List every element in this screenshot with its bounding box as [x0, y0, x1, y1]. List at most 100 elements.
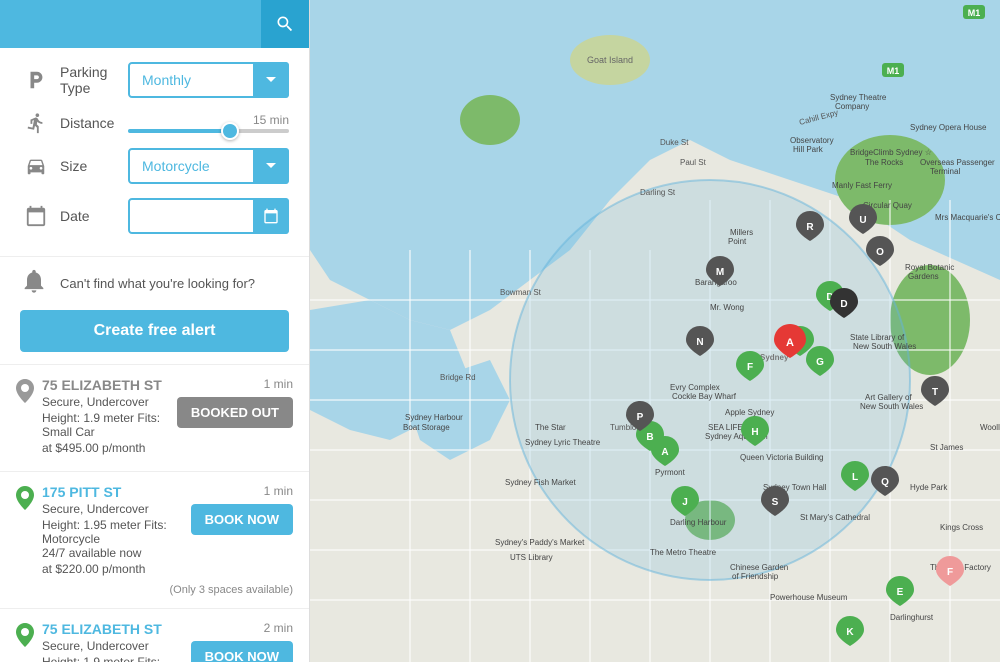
svg-text:Woolloomooloo: Woolloomooloo — [980, 423, 1000, 432]
alert-text: Can't find what you're looking for? — [60, 276, 255, 291]
search-bar: Sydney NSW 2000 Australia — [0, 0, 309, 48]
svg-text:Darling Harbour: Darling Harbour — [670, 518, 727, 527]
svg-text:R: R — [806, 222, 814, 233]
svg-text:New South Wales: New South Wales — [860, 402, 923, 411]
result-detail-3: Height: 1.9 meter Fits: Medium Car — [42, 655, 191, 662]
svg-text:F: F — [947, 567, 953, 578]
svg-text:Millers: Millers — [730, 228, 753, 237]
result-name-1[interactable]: 75 ELIZABETH ST — [42, 377, 177, 393]
filters-section: Parking Type Daily Monthly Casual Distan… — [0, 48, 309, 256]
result-left-2: 175 PITT ST Secure, Undercover Height: 1… — [16, 484, 191, 576]
svg-text:New South Wales: New South Wales — [853, 342, 916, 351]
result-detail-2: Height: 1.95 meter Fits: Motorcycle — [42, 518, 191, 546]
svg-text:Sydney Fish Market: Sydney Fish Market — [505, 478, 576, 487]
svg-text:Sydney Theatre: Sydney Theatre — [830, 93, 887, 102]
svg-text:Sydney Lyric Theatre: Sydney Lyric Theatre — [525, 438, 601, 447]
result-name-2[interactable]: 175 PITT ST — [42, 484, 191, 500]
svg-text:The Metro Theatre: The Metro Theatre — [650, 548, 717, 557]
parking-type-row: Parking Type Daily Monthly Casual — [20, 62, 289, 98]
alert-section: Can't find what you're looking for? Crea… — [0, 256, 309, 364]
result-pin-2 — [16, 486, 36, 515]
search-button[interactable] — [261, 0, 309, 48]
result-time-1: 1 min — [264, 377, 293, 391]
result-header: 75 ELIZABETH ST Secure, Undercover Heigh… — [16, 377, 293, 455]
result-left-3: 75 ELIZABETH ST Secure, Undercover Heigh… — [16, 621, 191, 662]
svg-text:Darlinghurst: Darlinghurst — [890, 613, 934, 622]
result-time-2: 1 min — [264, 484, 293, 498]
parking-type-select[interactable]: Daily Monthly Casual — [128, 62, 289, 98]
svg-text:Manly Fast Ferry: Manly Fast Ferry — [832, 181, 892, 190]
result-right-2: 1 min BOOK NOW — [191, 484, 293, 535]
svg-text:Queen Victoria Building: Queen Victoria Building — [740, 453, 823, 462]
svg-text:P: P — [637, 412, 644, 423]
svg-text:E: E — [897, 587, 904, 598]
result-detail-1: Height: 1.9 meter Fits: Small Car — [42, 411, 177, 439]
result-info-2: 175 PITT ST Secure, Undercover Height: 1… — [42, 484, 191, 576]
size-label: Size — [60, 158, 120, 174]
parking-type-select-wrapper: Daily Monthly Casual — [128, 62, 289, 98]
svg-text:Cockle Bay Wharf: Cockle Bay Wharf — [672, 392, 737, 401]
result-header-3: 75 ELIZABETH ST Secure, Undercover Heigh… — [16, 621, 293, 662]
size-select-wrapper: Motorcycle Small Car Medium Car Large Ca… — [128, 148, 289, 184]
book-button-3[interactable]: BOOK NOW — [191, 641, 293, 662]
svg-text:Overseas Passenger: Overseas Passenger — [920, 158, 995, 167]
book-button-2[interactable]: BOOK NOW — [191, 504, 293, 535]
svg-text:Paul St: Paul St — [680, 158, 707, 167]
alert-icon — [20, 267, 52, 300]
svg-text:T: T — [932, 387, 938, 398]
svg-text:Darling St: Darling St — [640, 188, 676, 197]
date-picker-button[interactable] — [253, 198, 289, 234]
create-alert-button[interactable]: Create free alert — [20, 310, 289, 352]
svg-text:The Star: The Star — [535, 423, 566, 432]
svg-text:Hill Park: Hill Park — [793, 145, 824, 154]
result-pin-3 — [16, 623, 36, 652]
distance-row: Distance 15 min — [20, 112, 289, 134]
svg-text:St James: St James — [930, 443, 963, 452]
result-desc-1: Secure, Undercover — [42, 395, 177, 409]
result-time-3: 2 min — [264, 621, 293, 635]
result-header-2: 175 PITT ST Secure, Undercover Height: 1… — [16, 484, 293, 576]
result-name-3[interactable]: 75 ELIZABETH ST — [42, 621, 191, 637]
result-desc-2: Secure, Undercover — [42, 502, 191, 516]
left-panel: Sydney NSW 2000 Australia Parking Type D… — [0, 0, 310, 662]
alert-row: Can't find what you're looking for? — [20, 267, 289, 300]
car-icon — [20, 155, 52, 177]
result-left: 75 ELIZABETH ST Secure, Undercover Heigh… — [16, 377, 177, 455]
svg-text:State Library of: State Library of — [850, 333, 905, 342]
svg-text:M1: M1 — [968, 8, 981, 18]
size-row: Size Motorcycle Small Car Medium Car Lar… — [20, 148, 289, 184]
svg-text:St Mary's Cathedral: St Mary's Cathedral — [800, 513, 870, 522]
search-input[interactable]: Sydney NSW 2000 Australia — [0, 16, 261, 33]
svg-text:of Friendship: of Friendship — [732, 572, 779, 581]
result-note-2: (Only 3 spaces available) — [16, 584, 293, 596]
size-select[interactable]: Motorcycle Small Car Medium Car Large Ca… — [128, 148, 289, 184]
svg-text:Mr. Wong: Mr. Wong — [710, 303, 744, 312]
map-area[interactable]: Goat Island Cahill Expy Duke St Darling … — [310, 0, 1000, 662]
svg-text:Hyde Park: Hyde Park — [910, 483, 948, 492]
svg-text:Bowman St: Bowman St — [500, 288, 542, 297]
svg-text:U: U — [859, 215, 866, 226]
result-price-2: at $220.00 p/month — [42, 562, 191, 576]
distance-slider[interactable] — [128, 129, 289, 133]
svg-text:Gardens: Gardens — [908, 272, 939, 281]
svg-text:D: D — [840, 299, 847, 310]
svg-text:Point: Point — [728, 237, 747, 246]
svg-text:H: H — [751, 427, 758, 438]
svg-text:G: G — [816, 357, 824, 368]
svg-text:Chinese Garden: Chinese Garden — [730, 563, 788, 572]
svg-text:F: F — [747, 362, 753, 373]
svg-text:Company: Company — [835, 102, 869, 111]
svg-text:SEA LIFE: SEA LIFE — [708, 423, 743, 432]
results-list: 75 ELIZABETH ST Secure, Undercover Heigh… — [0, 364, 309, 662]
search-icon — [275, 14, 295, 34]
svg-text:Boat Storage: Boat Storage — [403, 423, 450, 432]
book-button-1[interactable]: BOOKED OUT — [177, 397, 293, 428]
svg-text:Mrs Macquarie's Chair: Mrs Macquarie's Chair — [935, 213, 1000, 222]
map-svg: Goat Island Cahill Expy Duke St Darling … — [310, 0, 1000, 662]
svg-text:Sydney Opera House: Sydney Opera House — [910, 123, 987, 132]
result-pin-1 — [16, 379, 36, 408]
svg-text:M1: M1 — [887, 66, 900, 76]
result-avail-2: 24/7 available now — [42, 546, 191, 560]
svg-text:Sydney Harbour: Sydney Harbour — [405, 413, 463, 422]
svg-text:Terminal: Terminal — [930, 167, 960, 176]
